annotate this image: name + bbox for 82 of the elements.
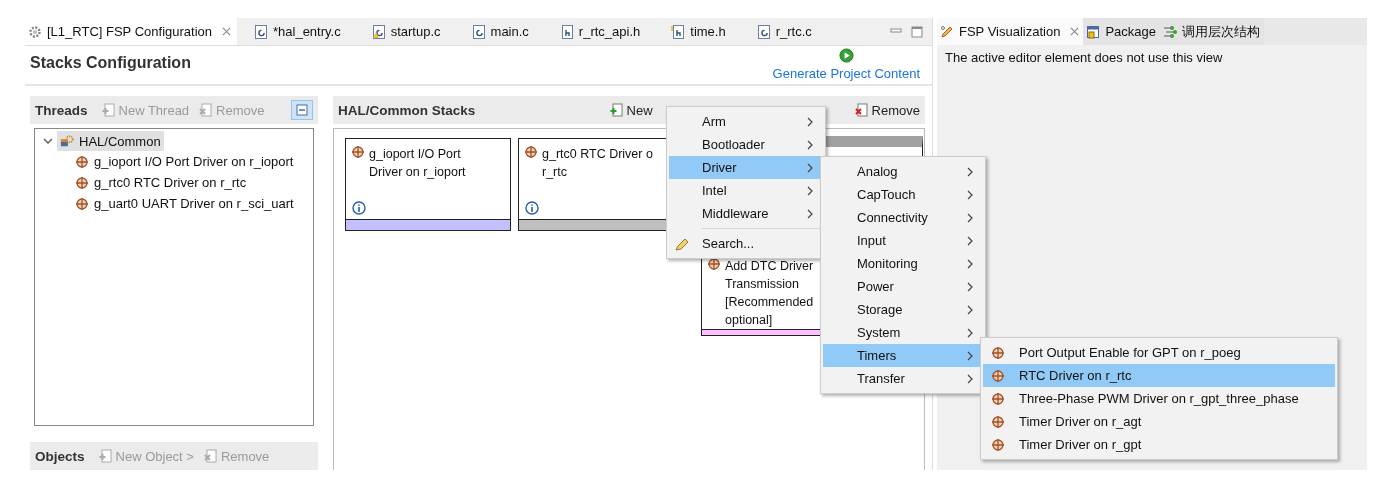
crosshair-icon <box>991 437 1005 452</box>
toolbar-button[interactable]: Remove <box>854 102 920 118</box>
menu-item[interactable]: System <box>823 321 983 344</box>
view-message: The active editor element does not use this view <box>944 49 1224 67</box>
tab[interactable]: *hal_entry.c <box>251 18 355 45</box>
crosshair-icon <box>991 391 1005 406</box>
tab[interactable]: time.h <box>668 18 740 45</box>
menu-item[interactable]: Arm <box>669 110 823 133</box>
menu-item[interactable]: RTC Driver on r_rtc <box>983 364 1335 387</box>
tab[interactable]: r_rtc.c <box>753 18 826 45</box>
panel-title: Threads <box>35 102 88 118</box>
menu-item[interactable]: Timer Driver on r_gpt <box>983 433 1335 456</box>
tab[interactable]: FSP Visualization <box>937 18 1084 45</box>
menu-item[interactable]: Timers <box>823 344 983 367</box>
stack-label: Add DTC Driver Transmission [Recommended optional] <box>725 258 814 329</box>
crosshair-icon <box>991 414 1005 429</box>
menu-item[interactable]: Timer Driver on r_agt <box>983 410 1335 433</box>
generate-link[interactable]: Generate Project Content <box>772 66 920 81</box>
panel-title: Objects <box>35 448 85 464</box>
h-file-icon <box>559 24 574 39</box>
collapse-icon[interactable] <box>291 100 313 120</box>
stack-label: g_rtc0 RTC Driver o r_rtc <box>542 146 653 181</box>
menu-item[interactable]: Power <box>823 275 983 298</box>
tab[interactable]: main.c <box>468 18 543 45</box>
tab[interactable]: 调用层次结构 <box>1160 18 1264 45</box>
package-icon <box>1086 24 1101 39</box>
menu-item[interactable]: Bootloader <box>669 133 823 156</box>
tab[interactable]: startup.c <box>368 18 455 45</box>
close-icon[interactable] <box>1070 27 1080 36</box>
crosshair-icon <box>75 196 89 211</box>
menu-item[interactable]: Analog <box>823 160 983 183</box>
crosshair-icon <box>351 145 365 159</box>
crosshair-icon <box>991 368 1005 383</box>
menu-item[interactable]: Storage <box>823 298 983 321</box>
pencil-icon <box>940 24 954 39</box>
tab[interactable]: [L1_RTC] FSP Configuration <box>25 18 237 45</box>
c-file-icon <box>756 24 771 39</box>
tab[interactable]: Package <box>1083 18 1160 45</box>
menu-item[interactable]: Driver <box>669 156 823 179</box>
crosshair-icon <box>524 145 538 159</box>
stack-card[interactable]: g_rtc0 RTC Driver o r_rtc <box>518 138 668 231</box>
gears-icon <box>60 134 74 148</box>
tree-item[interactable]: g_ioport I/O Port Driver on r_ioport <box>72 151 313 172</box>
h-file-icon <box>671 24 686 39</box>
hierarchy-icon <box>1163 24 1177 39</box>
tab[interactable]: r_rtc_api.h <box>556 18 655 45</box>
menu-item[interactable]: Port Output Enable for GPT on r_poeg <box>983 341 1335 364</box>
stack-label: g_ioport I/O Port Driver on r_ioport <box>369 146 466 181</box>
menu-item[interactable]: Three-Phase PWM Driver on r_gpt_three_phase <box>983 387 1335 410</box>
add-icon <box>98 449 113 463</box>
info-icon[interactable] <box>352 201 366 215</box>
c-file-icon <box>471 24 486 39</box>
c-file-icon <box>254 24 268 39</box>
add-icon <box>609 103 624 117</box>
remove-icon <box>203 449 218 463</box>
toolbar-button[interactable]: New <box>609 102 653 118</box>
chevron-icon[interactable] <box>43 136 53 146</box>
tree-item[interactable]: g_rtc0 RTC Driver on r_rtc <box>72 172 313 193</box>
crosshair-icon <box>991 345 1005 360</box>
close-icon[interactable] <box>222 27 231 36</box>
remove-icon <box>854 103 869 117</box>
crosshair-icon <box>75 175 89 190</box>
page-title: Stacks Configuration <box>30 54 191 73</box>
remove-icon <box>199 103 214 117</box>
menu-item[interactable]: Transfer <box>823 367 983 390</box>
tree-item[interactable]: g_uart0 UART Driver on r_sci_uart <box>72 193 313 214</box>
menu-item[interactable]: Middleware <box>669 202 823 225</box>
panel-title: HAL/Common Stacks <box>338 102 476 118</box>
maximize-icon[interactable] <box>911 25 923 38</box>
menu-item[interactable]: Intel <box>669 179 823 202</box>
info-icon[interactable] <box>525 201 539 215</box>
menu-item[interactable]: Connectivity <box>823 206 983 229</box>
add-icon <box>101 103 116 117</box>
stack-card[interactable]: g_ioport I/O Port Driver on r_ioport <box>345 138 511 231</box>
c-file-icon <box>371 24 386 39</box>
crosshair-icon <box>75 154 89 169</box>
tree-item[interactable]: HAL/Common <box>57 131 164 151</box>
menu-item[interactable]: Search... <box>669 232 823 255</box>
menu-item[interactable]: Monitoring <box>823 252 983 275</box>
gear-icon <box>28 24 42 39</box>
menu-item[interactable]: Input <box>823 229 983 252</box>
menu-item[interactable]: CapTouch <box>823 183 983 206</box>
